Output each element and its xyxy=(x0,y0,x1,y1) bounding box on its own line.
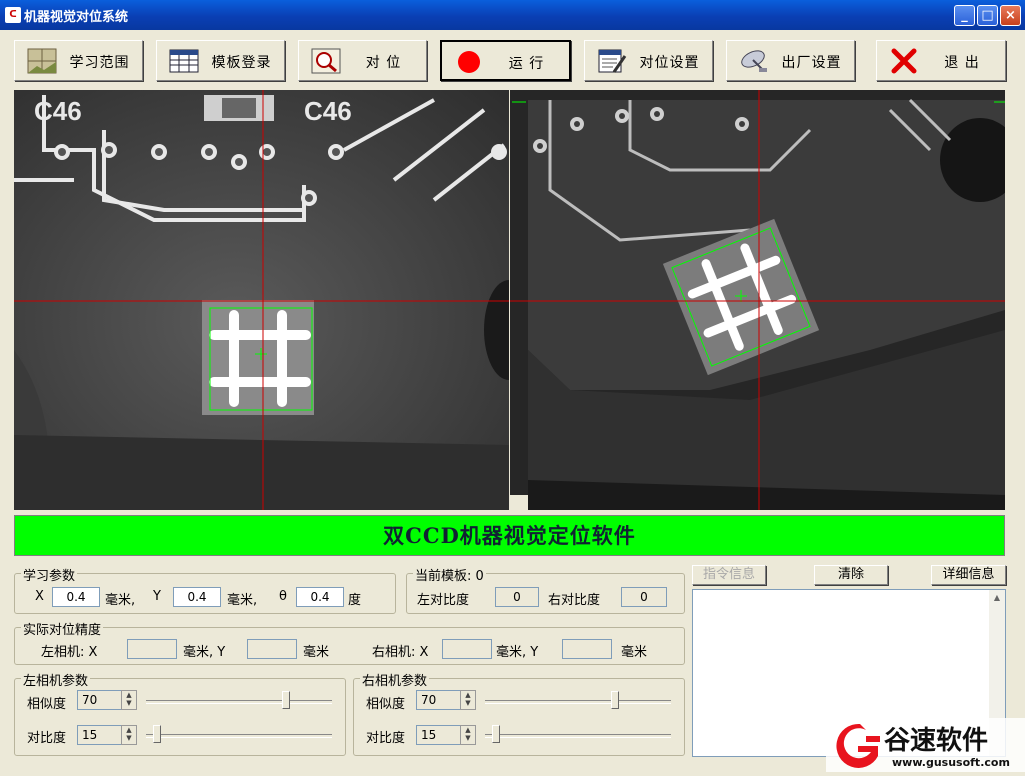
align-button[interactable]: 对 位 xyxy=(298,40,427,81)
x-unit-label: 毫米, xyxy=(105,593,136,608)
align-settings-button[interactable]: 对位设置 xyxy=(584,40,713,81)
right-contrast-input[interactable]: 15 xyxy=(416,725,461,745)
right-camera-image xyxy=(510,90,1005,510)
left-similarity-label: 相似度 xyxy=(27,697,67,712)
right-similarity-slider-thumb[interactable] xyxy=(611,691,619,709)
left-contrast-spinner[interactable]: ▲ ▼ xyxy=(121,725,137,745)
close-window-button[interactable]: × xyxy=(1000,5,1021,26)
left-contrast-label: 左对比度 xyxy=(417,593,470,608)
y-unit-label: 毫米, xyxy=(227,593,258,608)
theta-label: θ xyxy=(279,589,287,604)
right-camera-view[interactable] xyxy=(510,90,1005,510)
app-icon[interactable]: ᑕ xyxy=(5,7,21,23)
learn-range-icon xyxy=(27,48,57,74)
learn-params-title: 学习参数 xyxy=(21,565,78,584)
detail-info-button[interactable]: 详细信息 xyxy=(931,565,1006,585)
run-button[interactable]: 运 行 xyxy=(440,40,571,81)
left-contrast-slider-track[interactable] xyxy=(146,734,332,738)
maximize-button[interactable]: □ xyxy=(977,5,998,26)
right-contrast-slider-thumb[interactable] xyxy=(492,725,500,743)
left-contrast-param-label: 对比度 xyxy=(27,731,67,746)
left-similarity-input[interactable]: 70 xyxy=(77,690,122,710)
learn-range-button[interactable]: 学习范围 xyxy=(14,40,143,81)
factory-settings-button[interactable]: 出厂设置 xyxy=(726,40,855,81)
right-similarity-spinner[interactable]: ▲ ▼ xyxy=(460,690,476,710)
template-login-label: 模板登录 xyxy=(211,55,272,71)
left-camera-view[interactable]: C46 C46 xyxy=(14,90,509,510)
learn-range-label: 学习范围 xyxy=(69,55,130,71)
left-contrast-value: 0 xyxy=(495,587,539,607)
left-camera-y-value xyxy=(247,639,297,659)
left-camera-x-label: 左相机: X xyxy=(41,645,98,660)
magnifier-icon xyxy=(311,48,341,74)
red-x-icon xyxy=(891,48,917,74)
factory-settings-label: 出厂设置 xyxy=(781,55,842,71)
svg-text:C46: C46 xyxy=(304,96,352,126)
left-camera-image: C46 C46 xyxy=(14,90,509,510)
scroll-up-icon[interactable]: ▲ xyxy=(989,590,1005,606)
right-contrast-slider-track[interactable] xyxy=(485,734,671,738)
right-camera-x-value xyxy=(442,639,492,659)
left-camera-params-title: 左相机参数 xyxy=(21,670,91,689)
template-login-button[interactable]: 模板登录 xyxy=(156,40,285,81)
clear-button[interactable]: 清除 xyxy=(814,565,888,585)
left-camera-x-value xyxy=(127,639,177,659)
gususoft-watermark: 谷速软件 www.gususoft.com xyxy=(826,718,1025,772)
right-contrast-param-label: 对比度 xyxy=(366,731,406,746)
software-title-banner: 双CCD机器视觉定位软件 xyxy=(14,515,1005,556)
close-icon: × xyxy=(1005,8,1016,23)
settings-document-icon xyxy=(598,49,627,73)
minimize-button[interactable]: _ xyxy=(954,5,975,26)
exit-label: 退 出 xyxy=(944,55,980,71)
maximize-icon: □ xyxy=(981,8,994,23)
align-settings-label: 对位设置 xyxy=(639,55,700,71)
left-camera-params-group: 左相机参数 相似度 70 ▲ ▼ 对比度 15 ▲ ▼ xyxy=(14,670,346,756)
actual-precision-group: 实际对位精度 左相机: X 毫米, Y 毫米 右相机: X 毫米, Y 毫米 xyxy=(14,619,685,665)
right-contrast-value: 0 xyxy=(621,587,667,607)
right-similarity-label: 相似度 xyxy=(366,697,406,712)
left-camera-mm-label: 毫米 xyxy=(303,645,330,660)
command-info-button[interactable]: 指令信息 xyxy=(692,565,766,585)
right-camera-x-label: 右相机: X xyxy=(372,645,429,660)
right-contrast-label: 右对比度 xyxy=(548,593,601,608)
y-label: Y xyxy=(153,589,161,604)
current-template-group: 当前模板: 0 左对比度 0 右对比度 0 xyxy=(406,565,685,614)
learn-y-input[interactable]: 0.4 xyxy=(173,587,221,607)
align-label: 对 位 xyxy=(365,55,402,71)
right-camera-y-label: 毫米, Y xyxy=(496,645,539,660)
satellite-dish-icon xyxy=(741,50,767,72)
watermark-brand: 谷速软件 xyxy=(884,726,989,756)
x-label: X xyxy=(35,589,44,604)
title-bar[interactable]: ᑕ 机器视觉对位系统 _ □ × xyxy=(0,0,1025,30)
left-similarity-spinner[interactable]: ▲ ▼ xyxy=(121,690,137,710)
watermark-url: www.gususoft.com xyxy=(892,756,1010,769)
right-similarity-slider-track[interactable] xyxy=(485,700,671,704)
template-table-icon xyxy=(169,49,199,73)
record-dot-icon xyxy=(458,51,480,73)
svg-text:C46: C46 xyxy=(34,96,82,126)
current-template-title: 当前模板: 0 xyxy=(413,565,486,584)
theta-unit-label: 度 xyxy=(348,593,362,608)
right-camera-mm-label: 毫米 xyxy=(621,645,648,660)
window-title: 机器视觉对位系统 xyxy=(24,10,129,25)
run-label: 运 行 xyxy=(508,56,545,72)
minimize-icon: _ xyxy=(961,8,968,23)
right-camera-y-value xyxy=(562,639,612,659)
left-contrast-slider-thumb[interactable] xyxy=(153,725,161,743)
exit-button[interactable]: 退 出 xyxy=(876,40,1006,81)
left-camera-y-label: 毫米, Y xyxy=(183,645,226,660)
right-contrast-spinner[interactable]: ▲ ▼ xyxy=(460,725,476,745)
learn-x-input[interactable]: 0.4 xyxy=(52,587,100,607)
left-similarity-slider-thumb[interactable] xyxy=(282,691,290,709)
right-similarity-input[interactable]: 70 xyxy=(416,690,461,710)
right-camera-params-title: 右相机参数 xyxy=(360,670,430,689)
right-camera-params-group: 右相机参数 相似度 70 ▲ ▼ 对比度 15 ▲ ▼ xyxy=(353,670,685,756)
left-contrast-input[interactable]: 15 xyxy=(77,725,122,745)
learn-params-group: 学习参数 X 0.4 毫米, Y 0.4 毫米, θ 0.4 度 xyxy=(14,565,396,614)
actual-precision-title: 实际对位精度 xyxy=(21,619,104,638)
learn-theta-input[interactable]: 0.4 xyxy=(296,587,344,607)
left-similarity-slider-track[interactable] xyxy=(146,700,332,704)
